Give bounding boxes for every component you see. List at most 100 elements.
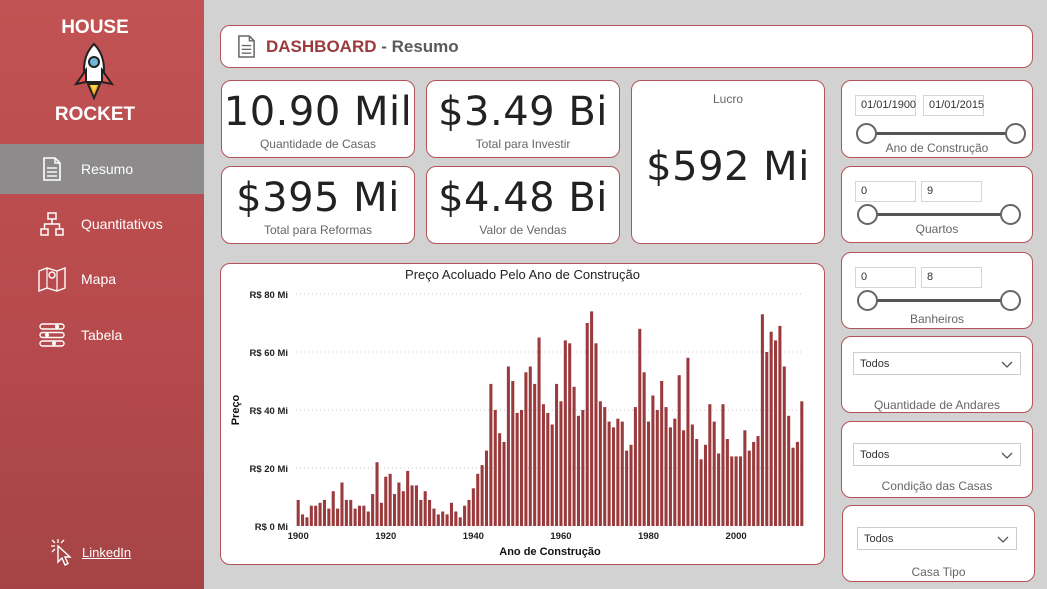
y-tick-label: R$ 40 Mi — [249, 406, 288, 417]
slider-track — [867, 132, 1015, 135]
filter-condicao: Todos Condição das Casas — [841, 421, 1033, 498]
bar — [572, 386, 576, 526]
bar — [703, 444, 707, 526]
filter-title: Banheiros — [909, 312, 965, 326]
bar — [550, 424, 554, 526]
bar — [651, 395, 655, 526]
sidebar: HOUSE ROCKET Resumo Quantitativos Mapa T… — [0, 0, 204, 589]
bar — [366, 511, 370, 526]
dropdown-value: Todos — [860, 449, 890, 461]
bar — [498, 433, 502, 526]
bar — [397, 482, 401, 526]
min-input[interactable]: 0 — [855, 267, 916, 288]
bar — [419, 499, 423, 526]
bar — [506, 366, 510, 526]
slider-track — [867, 213, 1011, 216]
y-axis-label: Preço — [230, 394, 242, 425]
bar — [625, 450, 629, 526]
andares-dropdown[interactable]: Todos — [853, 352, 1021, 375]
bar — [305, 517, 309, 526]
x-axis-label: Ano de Construção — [499, 546, 601, 558]
tipo-dropdown[interactable]: Todos — [857, 527, 1017, 550]
date-from-input[interactable]: 01/01/1900 — [855, 95, 916, 116]
hierarchy-icon — [38, 210, 66, 238]
bar — [344, 499, 348, 526]
bar — [533, 383, 537, 526]
bar — [765, 352, 769, 526]
bar — [629, 444, 633, 526]
bar — [647, 421, 651, 526]
filter-title: Casa Tipo — [911, 565, 966, 579]
bar — [454, 511, 458, 526]
sidebar-item-resumo[interactable]: Resumo — [0, 144, 204, 194]
bar — [393, 494, 397, 526]
bar — [756, 436, 760, 526]
kpi-label: Valor de Vendas — [479, 223, 567, 237]
filter-ano-construcao: 01/01/1900 01/01/2015 Ano de Construção — [841, 80, 1033, 158]
bar — [318, 502, 322, 526]
bar — [725, 439, 729, 526]
bar — [800, 401, 804, 526]
kpi-value: $395 Mi — [236, 175, 400, 221]
filter-title: Ano de Construção — [885, 141, 989, 155]
bar — [611, 427, 616, 526]
max-input[interactable]: 8 — [921, 267, 982, 288]
kpi-value: 10.90 Mil — [223, 89, 413, 135]
sidebar-item-label: Tabela — [81, 327, 123, 343]
filter-title: Quartos — [915, 222, 959, 236]
slider-handle-min[interactable] — [857, 290, 878, 311]
bar — [296, 499, 300, 526]
bar — [379, 502, 383, 526]
bar — [546, 412, 550, 526]
bar — [594, 343, 598, 526]
bar — [353, 508, 357, 526]
filter-andares: Todos Quantidade de Andares — [841, 336, 1033, 413]
kpi-card-casas: 10.90 Mil Quantidade de Casas — [221, 80, 415, 158]
bar — [563, 340, 567, 526]
bar — [555, 383, 559, 526]
bar — [449, 502, 453, 526]
bar — [721, 404, 725, 526]
bar — [410, 485, 414, 526]
bar — [795, 441, 799, 526]
bar — [428, 499, 432, 526]
bar — [585, 323, 589, 526]
bar — [620, 421, 624, 526]
sidebar-item-tabela[interactable]: Tabela — [0, 310, 204, 360]
sidebar-item-quantitativos[interactable]: Quantitativos — [0, 199, 204, 249]
y-tick-label: R$ 20 Mi — [249, 464, 288, 475]
bar — [467, 499, 471, 526]
bar — [760, 314, 764, 526]
bar — [782, 366, 786, 526]
kpi-value: $3.49 Bi — [438, 89, 608, 135]
document-icon — [238, 35, 255, 58]
bar — [576, 415, 580, 526]
slider-track — [867, 299, 1011, 302]
linkedin-label: LinkedIn — [82, 544, 132, 560]
bar — [340, 482, 344, 526]
kpi-card-lucro: Lucro $592 Mi — [631, 80, 825, 244]
chevron-down-icon — [1001, 361, 1013, 368]
slider-handle-max[interactable] — [1000, 290, 1021, 311]
bar — [642, 372, 646, 526]
dropdown-value: Todos — [864, 533, 894, 545]
kpi-card-investir: $3.49 Bi Total para Investir — [426, 80, 620, 158]
date-to-input[interactable]: 01/01/2015 — [923, 95, 984, 116]
bar — [362, 505, 366, 526]
bar-chart: R$ 0 Mi R$ 20 Mi R$ 40 Mi R$ 60 Mi R$ 80 Mi 1… — [230, 290, 804, 558]
linkedin-link[interactable]: LinkedIn — [48, 538, 131, 566]
bar — [327, 508, 331, 526]
bar — [493, 410, 497, 526]
kpi-value: $4.48 Bi — [438, 175, 608, 221]
bar — [524, 372, 528, 526]
bar — [331, 491, 335, 526]
bar — [371, 494, 375, 526]
condicao-dropdown[interactable]: Todos — [853, 443, 1021, 466]
min-input[interactable]: 0 — [855, 181, 916, 202]
bar — [406, 470, 410, 526]
max-input[interactable]: 9 — [921, 181, 982, 202]
bar — [484, 450, 489, 526]
sidebar-item-mapa[interactable]: Mapa — [0, 254, 204, 304]
page-title: DASHBOARD - Resumo — [266, 37, 459, 57]
kpi-card-vendas: $4.48 Bi Valor de Vendas — [426, 166, 620, 244]
